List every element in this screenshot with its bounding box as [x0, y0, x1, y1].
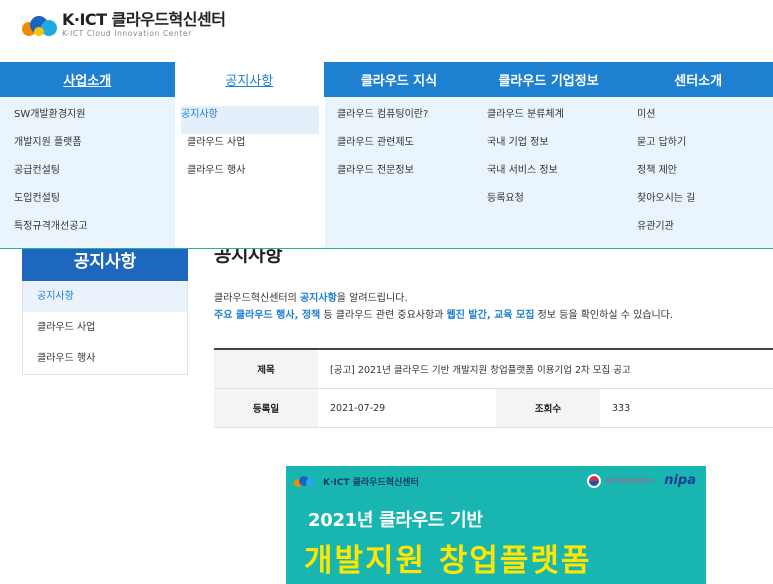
date-label: 등록일 — [214, 389, 318, 427]
dropdown-item[interactable]: 특정규격개선공고 — [14, 218, 175, 246]
dropdown-item[interactable]: 클라우드 사업 — [187, 134, 317, 162]
tab-business-intro[interactable]: 사업소개 — [0, 62, 175, 97]
date-value: 2021-07-29 — [330, 402, 386, 414]
dropdown-item[interactable]: 공급컨설팅 — [14, 162, 175, 190]
mega-dropdown-menu: SW개발환경지원 개발지원 플랫폼 공급컨설팅 도입컨설팅 특정규격개선공고 공… — [0, 97, 773, 249]
dropdown-item[interactable]: 개발지원 플랫폼 — [14, 134, 175, 162]
intro-line-2: 주요 클라우드 행사, 정책 등 클라우드 관련 중요사항과 웹진 발간, 교육… — [214, 310, 674, 321]
sidebar-item-cloud-business[interactable]: 클라우드 사업 — [23, 312, 187, 343]
subject-value: [공고] 2021년 클라우드 기반 개발지원 창업플랫폼 이용기업 2차 모집… — [330, 365, 631, 376]
dropdown-item[interactable]: 미션 — [637, 106, 765, 134]
logo-title: K·ICT 클라우드혁신센터 — [62, 10, 226, 29]
dropdown-item[interactable]: 국내 서비스 정보 — [487, 162, 617, 190]
nipa-logo: nipa — [664, 473, 696, 488]
sidebar-menu: 공지사항 클라우드 사업 클라우드 행사 — [22, 281, 188, 375]
intro-line-1: 클라우드혁신센터의 공지사항을 알려드립니다. — [214, 293, 408, 304]
dropdown-item[interactable]: 클라우드 전문정보 — [337, 162, 467, 190]
views-label: 조회수 — [496, 389, 600, 427]
dropdown-item[interactable]: 유관기관 — [637, 218, 765, 246]
dropdown-item[interactable]: 묻고 답하기 — [637, 134, 765, 162]
dropdown-item[interactable]: 클라우드 컴퓨팅이란? — [337, 106, 467, 134]
cloud-logo-icon — [294, 475, 320, 487]
intro-text: 클라우드혁신센터의 공지사항을 알려드립니다. 주요 클라우드 행사, 정책 등… — [214, 290, 773, 324]
tab-notices[interactable]: 공지사항 — [174, 62, 325, 97]
tab-cloud-knowledge[interactable]: 클라우드 지식 — [324, 62, 474, 97]
dropdown-item[interactable]: SW개발환경지원 — [14, 106, 175, 134]
dropdown-item[interactable]: 클라우드 행사 — [187, 162, 317, 190]
banner-headline-2: 개발지원 창업플랫폼 — [304, 543, 592, 579]
dropdown-column-center: 미션 묻고 답하기 정책 제안 찾아오시는 길 유관기관 — [625, 97, 773, 248]
dropdown-item[interactable]: 정책 제안 — [637, 162, 765, 190]
banner-brand: K·ICT 클라우드혁신센터 — [294, 474, 419, 488]
government-emblem-icon — [586, 473, 601, 488]
dropdown-item-active[interactable]: 공지사항 — [181, 106, 319, 134]
dropdown-item[interactable]: 등록요청 — [487, 190, 617, 218]
logo-subtitle: K-ICT Cloud Innovation Center — [62, 29, 192, 38]
dropdown-column-business: SW개발환경지원 개발지원 플랫폼 공급컨설팅 도입컨설팅 특정규격개선공고 — [0, 97, 175, 248]
table-row: 등록일 2021-07-29 조회수 333 — [214, 389, 773, 428]
notice-banner-image: K·ICT 클라우드혁신센터 과학기술정보통신부 nipa 2021년 클라우드… — [286, 466, 706, 584]
dropdown-item[interactable]: 클라우드 분류체계 — [487, 106, 617, 134]
dropdown-item[interactable]: 클라우드 관련제도 — [337, 134, 467, 162]
views-value: 333 — [612, 402, 631, 414]
table-row: 제목 [공고] 2021년 클라우드 기반 개발지원 창업플랫폼 이용기업 2차… — [214, 350, 773, 389]
dropdown-item[interactable]: 국내 기업 정보 — [487, 134, 617, 162]
dropdown-column-notices: 공지사항 클라우드 사업 클라우드 행사 — [175, 97, 325, 248]
tab-center-intro[interactable]: 센터소개 — [623, 62, 773, 97]
dropdown-column-knowledge: 클라우드 컴퓨팅이란? 클라우드 관련제도 클라우드 전문정보 — [325, 97, 475, 248]
site-logo[interactable]: K·ICT 클라우드혁신센터 K-ICT Cloud Innovation Ce… — [22, 10, 226, 38]
tab-cloud-company-info[interactable]: 클라우드 기업정보 — [474, 62, 624, 97]
cloud-logo-icon — [22, 14, 58, 36]
sidebar-item-cloud-events[interactable]: 클라우드 행사 — [23, 343, 187, 374]
dropdown-column-company-info: 클라우드 분류체계 국내 기업 정보 국내 서비스 정보 등록요청 — [475, 97, 625, 248]
dropdown-item[interactable]: 찾아오시는 길 — [637, 190, 765, 218]
banner-sponsors: 과학기술정보통신부 nipa — [586, 473, 700, 488]
banner-headline-1: 2021년 클라우드 기반 — [308, 510, 483, 531]
main-nav: 사업소개 공지사항 클라우드 지식 클라우드 기업정보 센터소개 — [0, 62, 773, 97]
page: K·ICT 클라우드혁신센터 K-ICT Cloud Innovation Ce… — [0, 0, 773, 584]
post-info-table: 제목 [공고] 2021년 클라우드 기반 개발지원 창업플랫폼 이용기업 2차… — [214, 348, 773, 428]
subject-label: 제목 — [214, 350, 318, 388]
site-header: K·ICT 클라우드혁신센터 K-ICT Cloud Innovation Ce… — [0, 0, 773, 62]
sidebar-item-notices[interactable]: 공지사항 — [23, 281, 187, 312]
dropdown-item[interactable]: 도입컨설팅 — [14, 190, 175, 218]
